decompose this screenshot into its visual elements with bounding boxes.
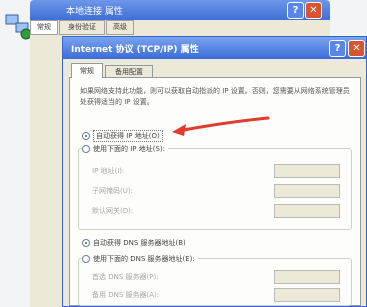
preferred-dns-field[interactable]	[274, 270, 340, 284]
subnet-mask-field[interactable]	[274, 184, 340, 198]
auto-dns-option[interactable]: 自动获得 DNS 服务器地址(B)	[82, 238, 186, 248]
auto-ip-radio[interactable]	[82, 132, 90, 140]
background-window-title: 本地连接 属性	[66, 7, 123, 17]
tab-general[interactable]: 常规	[71, 63, 103, 78]
auto-dns-radio[interactable]	[82, 239, 90, 247]
subnet-mask-label: 子网掩码(U):	[92, 187, 133, 195]
manual-ip-label: 使用下面的 IP 地址(S):	[93, 145, 165, 153]
close-button[interactable]: ✕	[348, 40, 365, 57]
default-gateway-label: 默认网关(D):	[92, 207, 134, 215]
manual-ip-option[interactable]: 使用下面的 IP 地址(S):	[82, 144, 168, 154]
alternate-dns-field[interactable]	[274, 288, 340, 302]
ip-address-label: IP 地址(I):	[92, 167, 125, 175]
background-tab-advanced[interactable]: 高级	[106, 20, 134, 35]
background-window-titlebar: 本地连接 属性	[30, 0, 330, 20]
auto-dns-label: 自动获得 DNS 服务器地址(B)	[93, 239, 186, 247]
tcpip-properties-dialog: Internet 协议 (TCP/IP) 属性 ? ✕ 常规 备用配置 如果网络…	[62, 36, 367, 307]
help-button[interactable]: ?	[329, 40, 346, 57]
background-tab-general[interactable]: 常规	[30, 20, 58, 35]
manual-dns-label: 使用下面的 DNS 服务器地址(E):	[93, 255, 195, 263]
ip-address-field[interactable]	[274, 164, 340, 178]
manual-ip-radio[interactable]	[82, 145, 90, 153]
background-tab-auth[interactable]: 身份验证	[59, 20, 105, 35]
background-close-button[interactable]: ✕	[305, 2, 322, 19]
manual-dns-radio[interactable]	[82, 255, 90, 263]
description-text: 如果网络支持此功能，则可以获取自动指派的 IP 设置。否则，您需要从网络系统管理…	[80, 87, 350, 106]
alternate-dns-label: 备用 DNS 服务器(A):	[92, 291, 160, 299]
auto-ip-label: 自动获得 IP 地址(O)	[93, 130, 163, 142]
preferred-dns-label: 首选 DNS 服务器(P):	[92, 273, 159, 281]
auto-ip-option[interactable]: 自动获得 IP 地址(O)	[82, 130, 163, 142]
dialog-titlebar: Internet 协议 (TCP/IP) 属性	[63, 37, 366, 59]
manual-dns-option[interactable]: 使用下面的 DNS 服务器地址(E):	[82, 254, 198, 264]
background-help-button[interactable]: ?	[287, 2, 304, 19]
general-tab-panel: 如果网络支持此功能，则可以获取自动指派的 IP 设置。否则，您需要从网络系统管理…	[69, 77, 361, 306]
dialog-title: Internet 协议 (TCP/IP) 属性	[71, 45, 199, 55]
network-connection-icon	[5, 14, 32, 40]
default-gateway-field[interactable]	[274, 204, 340, 218]
